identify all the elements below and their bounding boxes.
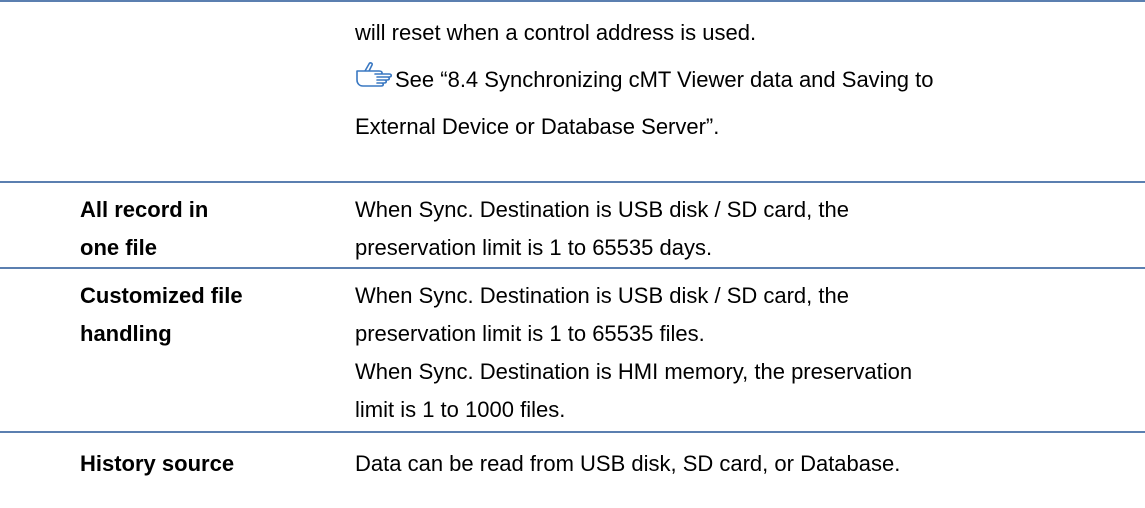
description-line: will reset when a control address is use… — [355, 20, 757, 45]
description-line: preservation limit is 1 to 65535 files. — [355, 321, 705, 346]
description-cell: When Sync. Destination is USB disk / SD … — [355, 277, 1135, 429]
table-row-history-source: History source Data can be read from USB… — [0, 431, 1145, 508]
settings-table: will reset when a control address is use… — [0, 0, 1145, 506]
row-label: History source — [80, 445, 320, 483]
description-line: limit is 1 to 1000 files. — [355, 397, 566, 422]
table-row-continuation: will reset when a control address is use… — [0, 14, 1145, 190]
row-label-line: History source — [80, 451, 235, 476]
description-cell: will reset when a control address is use… — [355, 14, 1135, 146]
description-line: When Sync. Destination is USB disk / SD … — [355, 283, 849, 308]
description-line: When Sync. Destination is HMI memory, th… — [355, 359, 913, 384]
table-row-all-record: All record in one file When Sync. Destin… — [0, 181, 1145, 269]
row-label-line: one file — [80, 235, 158, 260]
description-cell: When Sync. Destination is USB disk / SD … — [355, 191, 1135, 267]
description-line: When Sync. Destination is USB disk / SD … — [355, 197, 849, 222]
row-label: All record in one file — [80, 191, 320, 267]
pointing-hand-icon — [356, 62, 393, 87]
description-cell: Data can be read from USB disk, SD card,… — [355, 445, 1135, 483]
table-top-rule — [0, 0, 1145, 2]
row-label-line: Customized file — [80, 283, 243, 308]
description-line: preservation limit is 1 to 65535 days. — [355, 235, 713, 260]
row-label-line: All record in — [80, 197, 209, 222]
reference-text-line-2: External Device or Database Server”. — [355, 114, 720, 139]
reference-text-line-1: See “8.4 Synchronizing cMT Viewer data a… — [395, 67, 934, 92]
row-label-line: handling — [80, 321, 172, 346]
table-row-customized-file-handling: Customized file handling When Sync. Dest… — [0, 267, 1145, 433]
row-label: Customized file handling — [80, 277, 320, 353]
description-line: Data can be read from USB disk, SD card,… — [355, 451, 901, 476]
reference-line: See “8.4 Synchronizing cMT Viewer data a… — [355, 58, 1135, 102]
